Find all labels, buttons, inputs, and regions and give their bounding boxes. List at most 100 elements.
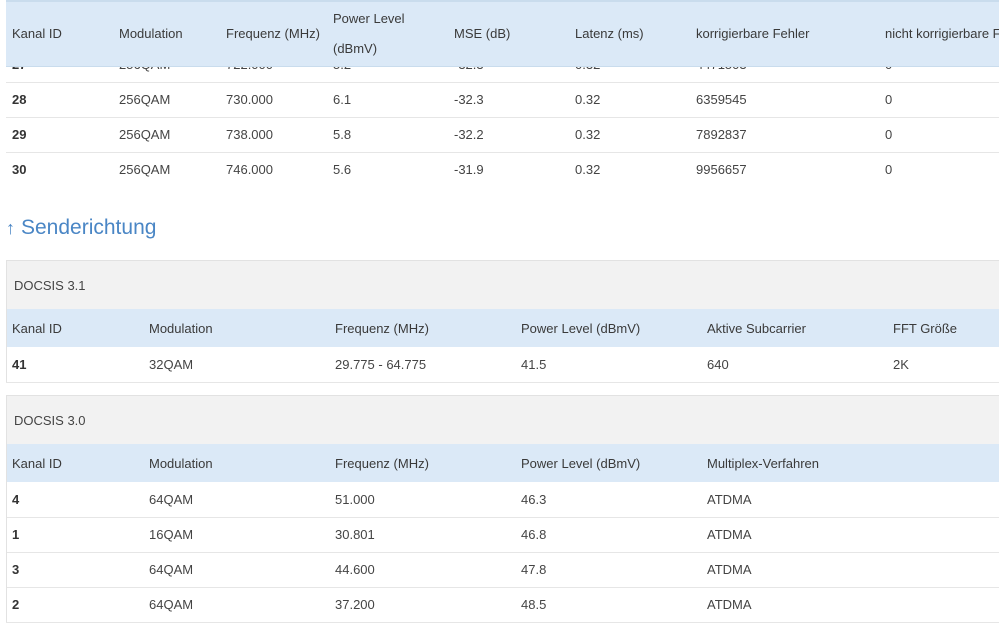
section-title-text: Senderichtung — [21, 216, 157, 239]
docsis30-cell: 48.5 — [515, 587, 701, 623]
docsis30-cell: 4 — [6, 482, 143, 518]
docsis30-cell: 1 — [6, 517, 143, 553]
downstream-table-container[interactable]: Kanal ID Modulation Frequenz (MHz) Power… — [0, 0, 999, 187]
docsis30-table-row: 3 64QAM 44.600 47.8 ATDMA — [6, 552, 999, 588]
docsis31-cell: 29.775 - 64.775 — [329, 347, 515, 383]
downstream-cell: 0 — [879, 152, 999, 187]
docsis30-cell — [887, 587, 999, 623]
docsis30-cell — [887, 517, 999, 553]
docsis31-header-fft-groesse: FFT Größe — [887, 309, 999, 347]
docsis30-header-frequenz: Frequenz (MHz) — [329, 444, 515, 482]
downstream-cell: 738.000 — [220, 117, 327, 153]
docsis30-table: Kanal ID Modulation Frequenz (MHz) Power… — [6, 444, 999, 623]
header-modulation: Modulation — [119, 26, 183, 41]
header-korrigierbare-fehler: korrigierbare Fehler — [696, 26, 810, 41]
header-kanal-id: Kanal ID — [12, 26, 62, 41]
docsis31-header-power-level: Power Level (dBmV) — [515, 309, 701, 347]
downstream-cell: 0.32 — [569, 82, 690, 118]
downstream-cell: -32.3 — [448, 82, 569, 118]
docsis31-label-text: DOCSIS 3.1 — [14, 277, 86, 293]
downstream-cell: 256QAM — [113, 152, 220, 187]
header-power-level-line2: (dBmV) — [333, 40, 378, 56]
docsis31-cell: 2K — [887, 347, 999, 383]
docsis30-cell: ATDMA — [701, 482, 887, 518]
downstream-cell: 0 — [879, 117, 999, 153]
docsis30-cell: ATDMA — [701, 587, 887, 623]
docsis30-cell: 44.600 — [329, 552, 515, 588]
downstream-table: 27256QAM722.0005.2-32.30.324471503028256… — [6, 47, 999, 187]
docsis30-header-power-level: Power Level (dBmV) — [515, 444, 701, 482]
downstream-cell: 7892837 — [690, 117, 879, 153]
downstream-cell: -31.9 — [448, 152, 569, 187]
downstream-cell: 256QAM — [113, 82, 220, 118]
downstream-cell: 5.8 — [327, 117, 448, 153]
docsis31-left-border — [6, 309, 7, 382]
downstream-cell: 5.6 — [327, 152, 448, 187]
downstream-cell: 6359545 — [690, 82, 879, 118]
docsis31-header-row: Kanal ID Modulation Frequenz (MHz) Power… — [6, 309, 999, 347]
docsis30-header-kanal-id: Kanal ID — [6, 444, 143, 482]
docsis30-cell: 64QAM — [143, 552, 329, 588]
docsis31-header-aktive-subcarrier: Aktive Subcarrier — [701, 309, 887, 347]
docsis30-cell: ATDMA — [701, 517, 887, 553]
docsis30-label: DOCSIS 3.0 — [6, 395, 999, 444]
docsis30-cell: 51.000 — [329, 482, 515, 518]
docsis30-header-empty — [887, 444, 999, 482]
downstream-cell: 0.32 — [569, 117, 690, 153]
docsis31-table-row: 41 32QAM 29.775 - 64.775 41.5 640 2K — [6, 347, 999, 383]
downstream-table-row: 29 256QAM 738.000 5.8 -32.2 0.32 7892837 0 — [6, 117, 999, 153]
docsis30-cell: 64QAM — [143, 587, 329, 623]
docsis30-left-border — [6, 444, 7, 622]
header-power-level: Power Level (dBmV) — [333, 0, 405, 67]
docsis30-table-row: 1 16QAM 30.801 46.8 ATDMA — [6, 517, 999, 553]
docsis30-header-row: Kanal ID Modulation Frequenz (MHz) Power… — [6, 444, 999, 482]
header-nicht-korrigierbare-fehler: nicht korrigierbare F — [885, 26, 999, 41]
docsis30-cell: ATDMA — [701, 552, 887, 588]
docsis31-header-kanal-id: Kanal ID — [6, 309, 143, 347]
downstream-cell: 29 — [6, 117, 113, 153]
docsis30-cell: 3 — [6, 552, 143, 588]
docsis30-cell: 37.200 — [329, 587, 515, 623]
docsis30-cell: 30.801 — [329, 517, 515, 553]
downstream-table-header: Kanal ID Modulation Frequenz (MHz) Power… — [6, 0, 999, 67]
docsis30-table-row: 4 64QAM 51.000 46.3 ATDMA — [6, 482, 999, 518]
docsis30-header-multiplex-verfahren: Multiplex-Verfahren — [701, 444, 887, 482]
docsis30-label-text: DOCSIS 3.0 — [14, 412, 86, 428]
header-power-level-line1: Power Level — [333, 10, 405, 26]
docsis30-cell — [887, 482, 999, 518]
arrow-up-icon: ↑ — [6, 217, 15, 238]
docsis30-cell: 47.8 — [515, 552, 701, 588]
docsis31-header-modulation: Modulation — [143, 309, 329, 347]
downstream-cell: 28 — [6, 82, 113, 118]
downstream-cell: -32.2 — [448, 117, 569, 153]
downstream-cell: 0 — [879, 82, 999, 118]
downstream-cell: 746.000 — [220, 152, 327, 187]
docsis31-cell: 640 — [701, 347, 887, 383]
docsis30-cell: 16QAM — [143, 517, 329, 553]
docsis30-header-modulation: Modulation — [143, 444, 329, 482]
docsis31-header-frequenz: Frequenz (MHz) — [329, 309, 515, 347]
section-title-senderichtung[interactable]: ↑ Senderichtung — [6, 216, 156, 240]
docsis30-cell: 64QAM — [143, 482, 329, 518]
downstream-cell: 30 — [6, 152, 113, 187]
header-latenz: Latenz (ms) — [575, 26, 644, 41]
downstream-cell: 730.000 — [220, 82, 327, 118]
downstream-table-row: 30 256QAM 746.000 5.6 -31.9 0.32 9956657 0 — [6, 152, 999, 187]
docsis30-cell: 46.8 — [515, 517, 701, 553]
docsis30-cell — [887, 552, 999, 588]
downstream-cell: 256QAM — [113, 117, 220, 153]
docsis31-cell: 41 — [6, 347, 143, 383]
downstream-cell: 0.32 — [569, 152, 690, 187]
downstream-cell: 6.1 — [327, 82, 448, 118]
docsis31-table: Kanal ID Modulation Frequenz (MHz) Power… — [6, 309, 999, 383]
docsis31-cell: 32QAM — [143, 347, 329, 383]
docsis31-cell: 41.5 — [515, 347, 701, 383]
header-frequenz: Frequenz (MHz) — [226, 26, 320, 41]
docsis31-label: DOCSIS 3.1 — [6, 260, 999, 309]
top-border — [6, 0, 999, 2]
header-mse: MSE (dB) — [454, 26, 511, 41]
docsis30-cell: 2 — [6, 587, 143, 623]
downstream-table-row: 28 256QAM 730.000 6.1 -32.3 0.32 6359545 0 — [6, 82, 999, 118]
docsis30-table-row: 2 64QAM 37.200 48.5 ATDMA — [6, 587, 999, 623]
downstream-cell: 9956657 — [690, 152, 879, 187]
